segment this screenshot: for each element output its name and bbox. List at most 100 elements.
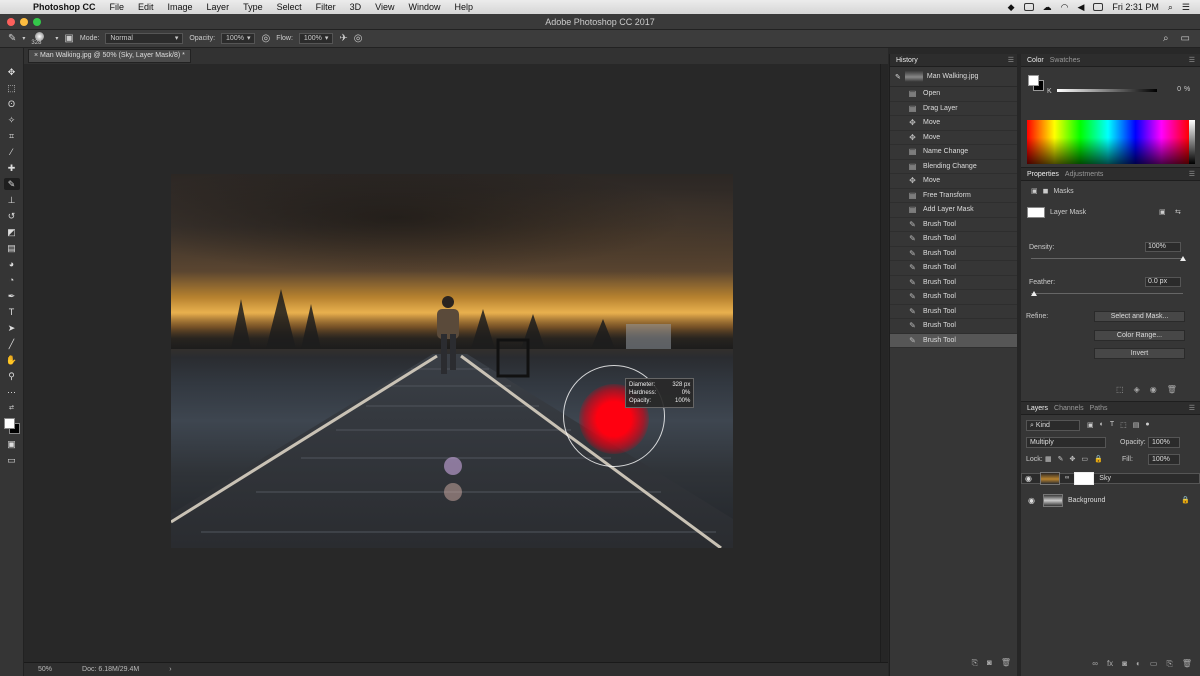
battery-icon[interactable] (1093, 3, 1104, 11)
select-and-mask-button[interactable]: Select and Mask... (1094, 311, 1185, 322)
color-spectrum[interactable] (1027, 120, 1189, 164)
menu-layer[interactable]: Layer (200, 0, 237, 14)
menu-type[interactable]: Type (236, 0, 270, 14)
close-window-button[interactable] (7, 18, 15, 26)
layer-mask-thumbnail[interactable] (1074, 472, 1095, 485)
swap-colors-icon[interactable]: ⇄ (4, 402, 20, 414)
minimize-window-button[interactable] (20, 18, 28, 26)
history-item[interactable]: ✎ Brush Tool (890, 232, 1019, 247)
history-item[interactable]: ✥ Move (890, 116, 1019, 131)
path-selection-tool-icon[interactable]: ➤ (4, 322, 20, 334)
density-slider-thumb[interactable] (1180, 256, 1186, 261)
chevron-right-icon[interactable]: › (169, 666, 171, 673)
zoom-tool-icon[interactable]: ⚲ (4, 370, 20, 382)
dropbox-icon[interactable]: ◆ (1008, 2, 1015, 13)
menu-window[interactable]: Window (401, 0, 447, 14)
add-mask-icon[interactable]: ◙ (1122, 659, 1127, 671)
density-slider[interactable] (1031, 258, 1183, 259)
group-icon[interactable]: ▭ (1150, 659, 1158, 671)
layer-name[interactable]: Sky (1099, 474, 1111, 483)
airbrush-icon[interactable]: ✈ (339, 33, 347, 44)
fx-icon[interactable]: fx (1107, 659, 1113, 671)
pixel-mask-icon[interactable]: ▣ (1031, 187, 1038, 195)
history-item[interactable]: ✎ Brush Tool (890, 218, 1019, 232)
trash-icon[interactable]: 🗑 (1167, 385, 1177, 394)
history-item[interactable]: ▤ Add Layer Mask (890, 203, 1019, 218)
search-icon[interactable]: ⌕ (1163, 33, 1169, 44)
history-brush-tool-icon[interactable]: ↺ (4, 210, 20, 222)
history-item[interactable]: ▤ Name Change (890, 145, 1019, 160)
chevron-down-icon[interactable]: ▾ (55, 35, 58, 42)
tab-layers[interactable]: Layers (1027, 402, 1054, 414)
lock-pixels-icon[interactable]: ✎ (1058, 455, 1064, 463)
history-item[interactable]: ✎ Brush Tool (890, 247, 1019, 261)
menu-file[interactable]: File (103, 0, 132, 14)
trash-icon[interactable]: 🗑 (1001, 658, 1011, 670)
vertical-scrollbar[interactable] (880, 64, 888, 662)
lasso-tool-icon[interactable]: ʘ (4, 98, 20, 110)
history-item[interactable]: ✎ Brush Tool (890, 276, 1019, 290)
new-layer-icon[interactable]: ⎘ (1166, 659, 1172, 671)
tab-properties[interactable]: Properties (1027, 168, 1065, 180)
tab-swatches[interactable]: Swatches (1050, 54, 1086, 66)
eye-icon[interactable]: ◉ (1028, 496, 1038, 505)
zoom-level[interactable]: 50% (38, 666, 52, 673)
feather-slider-thumb[interactable] (1031, 291, 1037, 296)
adjustment-layer-icon[interactable]: ◐ (1136, 659, 1141, 671)
history-item[interactable]: ✎ Brush Tool (890, 290, 1019, 305)
clone-stamp-tool-icon[interactable]: ⊥ (4, 194, 20, 206)
wifi-icon[interactable]: ◠ (1061, 2, 1069, 13)
blur-tool-icon[interactable]: ◕ (4, 258, 20, 270)
panel-menu-icon[interactable]: ☰ (1189, 402, 1200, 414)
pressure-size-icon[interactable]: ◎ (354, 33, 363, 44)
apply-mask-icon[interactable]: ⇆ (1175, 208, 1181, 216)
quick-mask-icon[interactable]: ▣ (4, 438, 20, 450)
feather-slider[interactable] (1031, 293, 1183, 294)
fill-field[interactable]: 100% (1148, 454, 1180, 465)
canvas-workspace[interactable]: Diameter: 328 px Hardness: 0% Opacity: 100% (24, 64, 888, 662)
type-filter-icon[interactable]: T (1110, 421, 1114, 429)
camera-icon[interactable]: ◙ (987, 658, 992, 670)
gradient-tool-icon[interactable]: ▤ (4, 242, 20, 254)
eye-icon[interactable]: ◉ (1025, 474, 1035, 483)
adjustment-filter-icon[interactable]: ◐ (1100, 421, 1104, 429)
vector-mask-icon[interactable]: ◼ (1043, 187, 1049, 195)
history-item[interactable]: ▤ Drag Layer (890, 102, 1019, 116)
menu-app-name[interactable]: Photoshop CC (26, 0, 103, 14)
history-snapshot[interactable]: ✎ Man Walking.jpg (890, 67, 1019, 87)
link-icon[interactable]: ∞ (1065, 474, 1069, 483)
history-item[interactable]: ✥ Move (890, 131, 1019, 145)
eyedropper-tool-icon[interactable]: ⁄ (4, 146, 20, 158)
lock-transparency-icon[interactable]: ▦ (1045, 455, 1052, 463)
brush-preset-picker[interactable]: 328 (31, 31, 49, 46)
foreground-color-swatch[interactable] (3, 418, 15, 429)
grayscale-ramp[interactable] (1189, 120, 1195, 164)
layer-mask-thumbnail[interactable] (1027, 207, 1045, 218)
apply-mask-icon[interactable]: ◈ (1134, 385, 1140, 394)
panel-menu-icon[interactable]: ☰ (1189, 54, 1200, 66)
trash-icon[interactable]: 🗑 (1182, 659, 1192, 671)
brush-source-icon[interactable]: ✎ (895, 73, 901, 81)
feather-field[interactable]: 0.0 px (1145, 277, 1181, 287)
display-icon[interactable] (1023, 3, 1034, 11)
layer-opacity-field[interactable]: 100% (1148, 437, 1180, 448)
history-item[interactable]: ✎ Brush Tool (890, 319, 1019, 334)
lock-icon[interactable]: 🔒 (1181, 496, 1200, 504)
pixel-filter-icon[interactable]: ▣ (1087, 421, 1094, 429)
menu-image[interactable]: Image (161, 0, 200, 14)
history-item[interactable]: ▤ Free Transform (890, 189, 1019, 203)
clock-text[interactable]: Fri 2:31 PM (1112, 2, 1159, 12)
layer-row-background[interactable]: ◉ Background 🔒 (1021, 491, 1200, 509)
select-mask-icon[interactable]: ▣ (1159, 208, 1166, 216)
workspace-icon[interactable]: ▭ (1181, 33, 1190, 44)
hand-tool-icon[interactable]: ✋ (4, 354, 20, 366)
mode-select[interactable]: Normal ▾ (105, 33, 184, 44)
document-image[interactable] (171, 174, 733, 548)
spotlight-icon[interactable]: ⌕ (1168, 2, 1173, 13)
quick-selection-tool-icon[interactable]: ✧ (4, 114, 20, 126)
k-slider[interactable] (1057, 89, 1157, 92)
eraser-tool-icon[interactable]: ◩ (4, 226, 20, 238)
menu-help[interactable]: Help (447, 0, 480, 14)
volume-icon[interactable]: ◀ (1077, 2, 1084, 13)
crop-tool-icon[interactable]: ⌗ (4, 130, 20, 142)
